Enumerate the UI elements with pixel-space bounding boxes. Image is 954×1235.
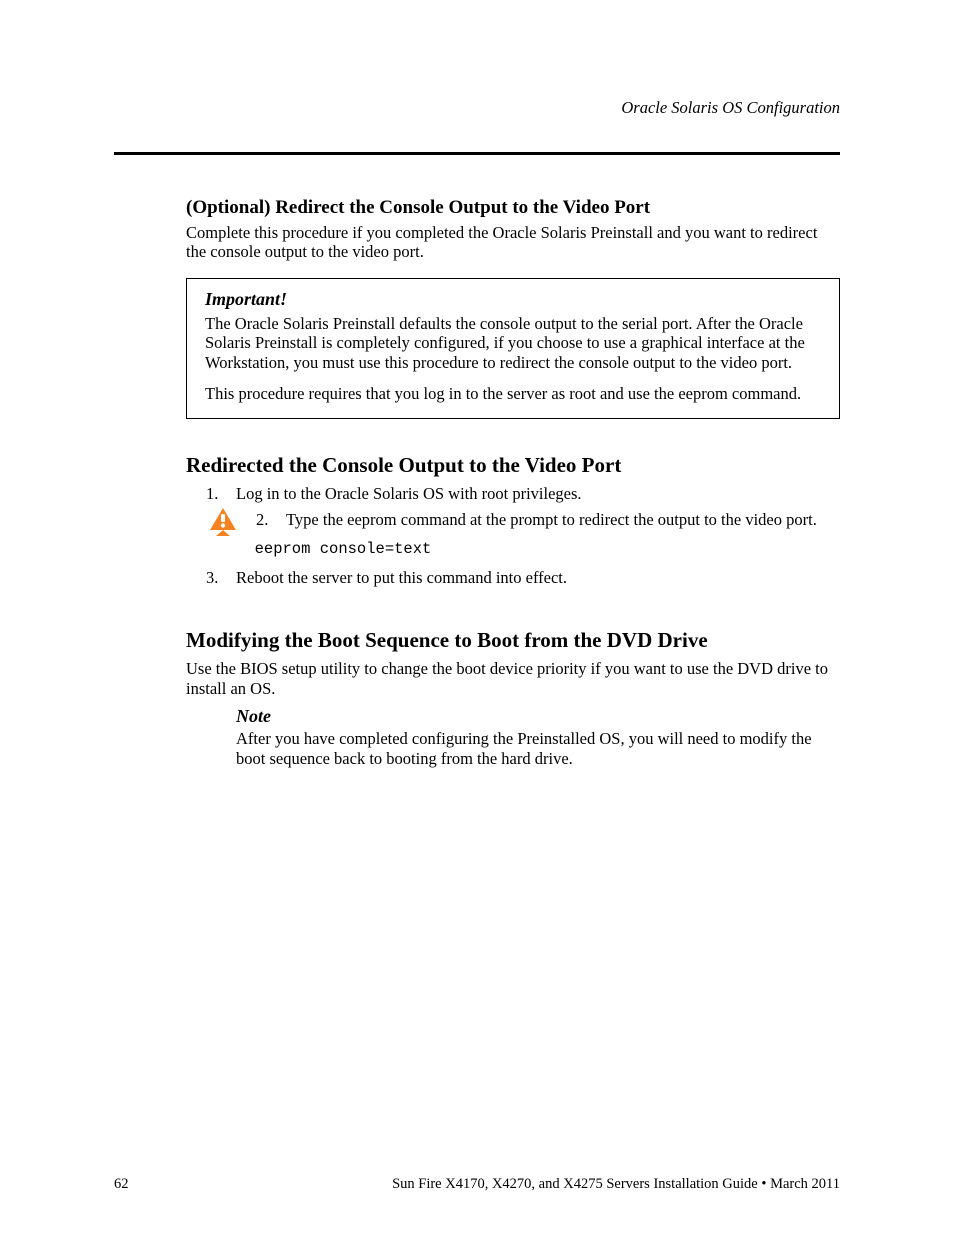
section-subhead: (Optional) Redirect the Console Output t… (186, 197, 840, 219)
procedure-steps: Log in to the Oracle Solaris OS with roo… (186, 484, 840, 530)
important-box: Important! The Oracle Solaris Preinstall… (186, 278, 840, 419)
step-2: Type the eeprom command at the prompt to… (186, 510, 840, 530)
running-header: Oracle Solaris OS Configuration (621, 98, 840, 118)
step-3: Reboot the server to put this command in… (186, 568, 840, 588)
note-paragraph: After you have completed configuring the… (186, 729, 840, 768)
procedure-steps-cont: Reboot the server to put this command in… (186, 568, 840, 588)
page-number: 62 (114, 1176, 129, 1193)
procedure-heading: Redirected the Console Output to the Vid… (186, 453, 840, 478)
step-1: Log in to the Oracle Solaris OS with roo… (186, 484, 840, 504)
footer-doc-title: Sun Fire X4170, X4270, and X4275 Servers… (392, 1176, 840, 1193)
important-title: Important! (205, 289, 821, 310)
note-title: Note (236, 706, 840, 727)
important-paragraph-1: The Oracle Solaris Preinstall defaults t… (205, 314, 821, 372)
section2-paragraph: Use the BIOS setup utility to change the… (186, 659, 840, 698)
warning-icon (208, 506, 238, 536)
step-2-text: Type the eeprom command at the prompt to… (286, 510, 817, 529)
intro-paragraph: Complete this procedure if you completed… (186, 223, 840, 262)
command-line: eeprom console=text (186, 540, 840, 558)
important-paragraph-2: This procedure requires that you log in … (205, 384, 821, 403)
section2-heading: Modifying the Boot Sequence to Boot from… (186, 628, 840, 653)
page-footer: 62 Sun Fire X4170, X4270, and X4275 Serv… (114, 1176, 840, 1193)
